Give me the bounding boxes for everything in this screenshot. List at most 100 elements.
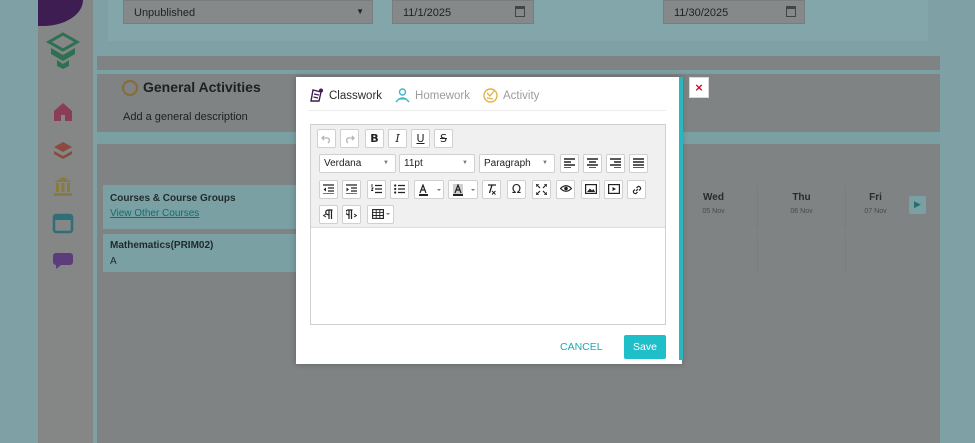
ltr-direction-button[interactable] — [319, 205, 338, 224]
editor-toolbar: B I U S Verdana ▼ 11pt ▼ Paragraph ▼ Ω — [311, 125, 665, 228]
redo-button[interactable] — [340, 129, 359, 148]
status-select[interactable]: Unpublished ▼ — [123, 0, 373, 24]
tab-activity-label: Activity — [503, 89, 540, 102]
start-date-field[interactable]: 11/1/2025 — [392, 0, 534, 24]
tab-homework[interactable]: Homework — [394, 87, 470, 104]
image-icon — [584, 184, 597, 194]
eye-icon — [559, 185, 572, 192]
sidebar — [38, 0, 93, 443]
bold-button[interactable]: B — [365, 129, 384, 148]
chat-icon[interactable] — [52, 249, 74, 271]
next-week-button[interactable]: ▶ — [909, 196, 926, 214]
calendar-icon[interactable] — [52, 212, 74, 234]
indent-icon — [346, 184, 357, 194]
align-right-button[interactable] — [606, 154, 625, 173]
font-family-select[interactable]: Verdana ▼ — [319, 154, 396, 173]
link-icon — [632, 185, 641, 195]
general-description-input[interactable]: Add a general description — [123, 111, 248, 123]
close-button[interactable]: × — [689, 77, 709, 98]
italic-button[interactable]: I — [388, 129, 407, 148]
app-logo-icon — [45, 32, 81, 69]
bullet-list-icon — [394, 184, 405, 194]
font-size-value: 11pt — [404, 158, 423, 169]
brand-corner — [38, 0, 83, 26]
highlight-color-icon — [453, 184, 475, 196]
day-name: Fri — [869, 192, 882, 203]
chevron-down-icon: ▼ — [356, 7, 364, 16]
clear-formatting-button[interactable] — [482, 180, 501, 199]
tab-classwork[interactable]: Classwork — [308, 87, 382, 104]
day-name: Thu — [792, 192, 811, 203]
undo-button[interactable] — [317, 129, 336, 148]
insert-link-button[interactable] — [627, 180, 646, 199]
bullet-list-button[interactable] — [390, 180, 409, 199]
align-center-button[interactable] — [583, 154, 602, 173]
filter-container: Unpublished ▼ 11/1/2025 11/30/2025 — [108, 0, 928, 41]
background-color-button[interactable] — [448, 180, 478, 199]
ltr-icon — [323, 209, 333, 219]
outdent-button[interactable] — [319, 180, 338, 199]
text-color-icon — [419, 184, 441, 196]
chevron-down-icon: ▼ — [462, 160, 468, 166]
numbered-list-button[interactable] — [367, 180, 386, 199]
classwork-icon — [310, 88, 323, 102]
outdent-icon — [323, 184, 334, 194]
indent-button[interactable] — [342, 180, 361, 199]
align-center-icon — [587, 158, 598, 168]
special-character-button[interactable]: Ω — [507, 180, 526, 199]
align-left-button[interactable] — [560, 154, 579, 173]
fullscreen-button[interactable] — [532, 180, 551, 199]
day-header-fri: Fri 07 Nov — [845, 185, 905, 229]
book-stack-icon[interactable] — [52, 139, 74, 161]
institution-icon[interactable] — [52, 175, 74, 197]
tab-classwork-label: Classwork — [329, 89, 383, 102]
add-work-modal: Classwork Homework Activity B I U S Verd… — [296, 77, 682, 364]
schedule-cell[interactable] — [845, 234, 905, 272]
courses-header-cell: Courses & Course Groups View Other Cours… — [103, 185, 303, 229]
text-color-button[interactable] — [414, 180, 444, 199]
calendar-picker-icon — [786, 6, 796, 17]
align-justify-icon — [633, 158, 644, 168]
strikethrough-button[interactable]: S — [434, 129, 453, 148]
block-format-select[interactable]: Paragraph ▼ — [479, 154, 555, 173]
undo-icon — [321, 135, 330, 144]
justify-button[interactable] — [629, 154, 648, 173]
underline-button[interactable]: U — [411, 129, 430, 148]
general-activities-icon — [122, 80, 138, 96]
activity-icon — [483, 88, 498, 103]
schedule-cell[interactable] — [757, 234, 845, 272]
home-icon[interactable] — [52, 101, 74, 123]
insert-table-button[interactable] — [367, 205, 394, 224]
numbered-list-icon — [371, 184, 382, 194]
preview-button[interactable] — [556, 180, 575, 199]
block-format-value: Paragraph — [484, 158, 531, 169]
rtl-direction-button[interactable] — [342, 205, 361, 224]
view-other-courses-link[interactable]: View Other Courses — [110, 208, 199, 219]
end-date-value: 11/30/2025 — [674, 7, 729, 19]
calendar-picker-icon — [515, 6, 525, 17]
align-right-icon — [610, 158, 621, 168]
course-row[interactable]: Mathematics(PRIM02) A — [103, 234, 303, 272]
chevron-down-icon: ▼ — [542, 160, 548, 166]
font-size-select[interactable]: 11pt ▼ — [399, 154, 475, 173]
tabs-divider — [308, 110, 666, 111]
course-section: A — [110, 256, 117, 267]
homework-icon — [395, 88, 410, 103]
end-date-field[interactable]: 11/30/2025 — [663, 0, 805, 24]
insert-media-button[interactable] — [604, 180, 623, 199]
day-date: 06 Nov — [790, 208, 813, 215]
tab-homework-label: Homework — [415, 89, 471, 102]
save-button[interactable]: Save — [624, 335, 666, 359]
editor-content-area[interactable] — [311, 228, 665, 324]
rtl-icon — [346, 209, 357, 219]
courses-header-title: Courses & Course Groups — [110, 193, 236, 204]
modal-accent-bar — [679, 77, 683, 360]
day-name: Wed — [703, 192, 724, 203]
insert-image-button[interactable] — [581, 180, 600, 199]
general-activities-title: General Activities — [143, 79, 261, 95]
cancel-button[interactable]: CANCEL — [560, 341, 603, 353]
tab-activity[interactable]: Activity — [482, 87, 539, 104]
day-date: 07 Nov — [864, 208, 887, 215]
rich-text-editor: B I U S Verdana ▼ 11pt ▼ Paragraph ▼ Ω — [310, 124, 666, 325]
redo-icon — [346, 135, 355, 144]
